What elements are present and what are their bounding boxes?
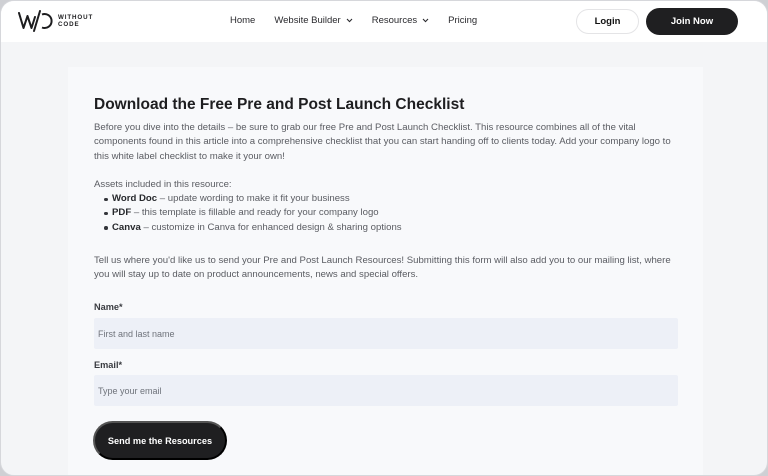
nav-link-label: Home bbox=[230, 15, 256, 26]
section-title: Download the Free Pre and Post Launch Ch… bbox=[94, 96, 465, 113]
asset-name: Word Doc bbox=[112, 193, 158, 204]
asset-name: Canva bbox=[112, 221, 141, 233]
form-intro-paragraph: Tell us where you'd like us to send your… bbox=[94, 255, 671, 281]
asset-name: PDF bbox=[112, 207, 132, 219]
checklist-download-section: Download the Free Pre and Post Launch Ch… bbox=[68, 67, 703, 475]
send-resources-button[interactable]: Send me the Resources bbox=[93, 421, 227, 460]
list-item: PDF – this template is fillable and read… bbox=[104, 206, 402, 220]
nav-link-website-builder[interactable]: Website Builder bbox=[274, 15, 353, 26]
logo-text-line2: CODE bbox=[58, 21, 80, 28]
name-field[interactable] bbox=[94, 318, 678, 349]
name-label: Name* bbox=[94, 302, 123, 312]
without-code-logo-icon bbox=[18, 10, 53, 32]
main-menu: Home Website Builder Resources Pricing bbox=[230, 15, 477, 26]
chevron-down-icon bbox=[346, 18, 353, 23]
list-item: Canva – customize in Canva for enhanced … bbox=[104, 221, 402, 235]
assets-list: Word Doc – update wording to make it fit… bbox=[104, 192, 402, 235]
intro-paragraph: Before you dive into the details – be su… bbox=[94, 122, 671, 162]
asset-description: – this template is fillable and ready fo… bbox=[131, 207, 379, 219]
assets-heading: Assets included in this resource: bbox=[94, 179, 232, 190]
site-logo[interactable]: WITHOUT CODE bbox=[18, 9, 93, 33]
nav-link-label: Website Builder bbox=[274, 15, 341, 26]
nav-link-label: Pricing bbox=[448, 15, 478, 26]
chevron-down-icon bbox=[422, 18, 429, 23]
asset-description: – customize in Canva for enhanced design… bbox=[140, 221, 402, 233]
nav-link-home[interactable]: Home bbox=[230, 15, 255, 26]
browser-window: WITHOUT CODE Home Website Builder Resour… bbox=[0, 0, 768, 476]
nav-link-label: Resources bbox=[371, 15, 418, 26]
asset-description: – update wording to make it fit your bus… bbox=[157, 193, 350, 204]
logo-wordmark: WITHOUT CODE bbox=[58, 14, 93, 28]
logo-text-line1: WITHOUT bbox=[58, 14, 94, 21]
list-item: Word Doc – update wording to make it fit… bbox=[104, 192, 402, 206]
email-field[interactable] bbox=[94, 375, 678, 406]
top-navigation: WITHOUT CODE Home Website Builder Resour… bbox=[1, 1, 767, 42]
login-button[interactable]: Login bbox=[576, 9, 639, 34]
email-label: Email* bbox=[94, 360, 123, 370]
nav-link-pricing[interactable]: Pricing bbox=[448, 15, 477, 26]
nav-link-resources[interactable]: Resources bbox=[372, 15, 429, 26]
join-now-button[interactable]: Join Now bbox=[646, 8, 738, 35]
